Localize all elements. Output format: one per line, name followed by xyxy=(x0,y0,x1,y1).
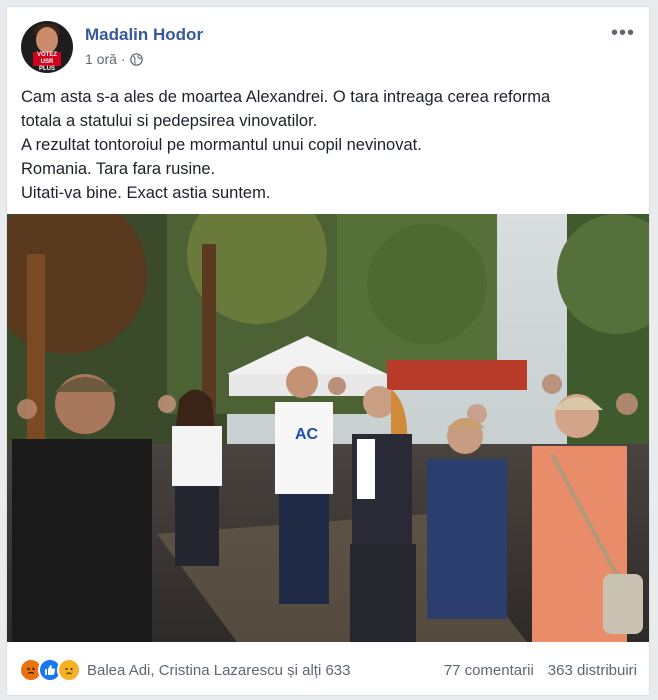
post-footer: Balea Adi, Cristina Lazarescu și alți 63… xyxy=(19,655,637,685)
avatar-badge: VOTEZ USR PLUS xyxy=(33,52,61,72)
globe-icon[interactable] xyxy=(129,52,143,66)
meta-separator: · xyxy=(120,51,126,67)
reactions-summary[interactable] xyxy=(19,658,81,682)
post-time[interactable]: 1 oră xyxy=(85,51,117,67)
more-options-icon[interactable]: ••• xyxy=(611,23,635,43)
post-text: Cam asta s-a ales de moartea Alexandrei.… xyxy=(21,85,635,205)
avatar-face xyxy=(36,27,58,53)
author-name[interactable]: Madalin Hodor xyxy=(85,25,203,45)
sad-reaction-icon[interactable] xyxy=(57,658,81,682)
post-text-line: totala a statului si pedepsirea vinovati… xyxy=(21,112,318,130)
post-text-line: Uitati-va bine. Exact astia suntem. xyxy=(21,184,271,202)
post-card: VOTEZ USR PLUS Madalin Hodor 1 oră · •••… xyxy=(6,6,650,696)
post-text-line: Romania. Tara fara rusine. xyxy=(21,160,216,178)
post-header: VOTEZ USR PLUS Madalin Hodor 1 oră · ••• xyxy=(21,21,635,75)
post-text-line: Cam asta s-a ales de moartea Alexandrei.… xyxy=(21,88,551,106)
reacted-names[interactable]: Balea Adi, Cristina Lazarescu și alți 63… xyxy=(87,662,430,679)
shares-count[interactable]: 363 distribuiri xyxy=(548,662,637,679)
post-meta: 1 oră · xyxy=(85,51,143,67)
post-text-line: A rezultat tontoroiul pe mormantul unui … xyxy=(21,136,422,154)
photo-shirt-text: AC xyxy=(295,426,319,443)
comments-count[interactable]: 77 comentarii xyxy=(444,662,534,679)
post-photo[interactable]: AC xyxy=(7,214,649,642)
avatar[interactable]: VOTEZ USR PLUS xyxy=(21,21,73,73)
